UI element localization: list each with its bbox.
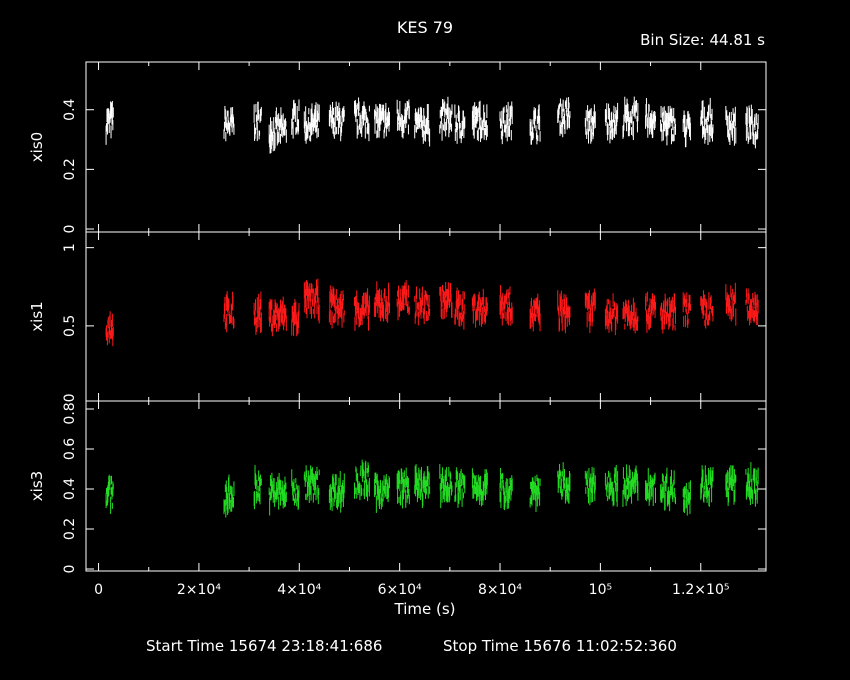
y-tick-label: 0.80 [62,393,78,424]
y-tick-label: 0.5 [62,315,78,337]
light-curve-plot: KES 79 Bin Size: 44.81 s 0 0.2 0.4 xis0 0.5 1… [28,18,767,655]
y-axis-label: xis1 [28,301,46,331]
y-tick-label: 0.6 [62,438,78,460]
x-tick-label: 4×10⁴ [277,582,321,598]
y-axis-label: xis0 [28,132,46,162]
x-tick-label: 1.2×10⁵ [672,582,729,598]
x-axis-label: Time (s) [394,600,456,618]
stop-time-label: Stop Time 15676 11:02:52:360 [443,637,677,655]
x-axis: 0 2×10⁴ 4×10⁴ 6×10⁴ 8×10⁴ 10⁵ 1.2×10⁵ [94,582,729,598]
y-tick-label: 0.4 [62,98,78,120]
y-tick-label: 1 [62,243,78,252]
x-tick-label: 8×10⁴ [478,582,522,598]
chart-title: KES 79 [397,18,453,37]
x-tick-label: 6×10⁴ [378,582,422,598]
bin-size-label: Bin Size: 44.81 s [640,31,765,49]
start-time-label: Start Time 15674 23:18:41:686 [146,637,382,655]
y-tick-label: 0.2 [62,158,78,180]
y-tick-label: 0.4 [62,478,78,500]
panel-xis3: 0 0.2 0.4 0.6 0.80 xis3 [28,393,767,574]
panel-xis0: 0 0.2 0.4 xis0 [28,61,767,234]
x-tick-label: 0 [94,582,103,598]
series-xis1 [105,278,759,347]
series-xis3 [105,459,759,518]
panel-frame [85,61,767,233]
y-axis-label: xis3 [28,471,46,501]
panel-stack: 0 0.2 0.4 xis0 0.5 1 xis1 0 0.2 0.4 0.6 0.80 xis3 0 2×… [28,61,767,598]
panel-xis1: 0.5 1 xis1 [28,231,767,402]
x-tick-label: 10⁵ [589,582,612,598]
y-tick-label: 0 [62,565,78,574]
x-tick-label: 2×10⁴ [177,582,221,598]
y-tick-label: 0.2 [62,518,78,540]
y-tick-label: 0 [62,225,78,234]
series-xis0 [105,96,759,154]
